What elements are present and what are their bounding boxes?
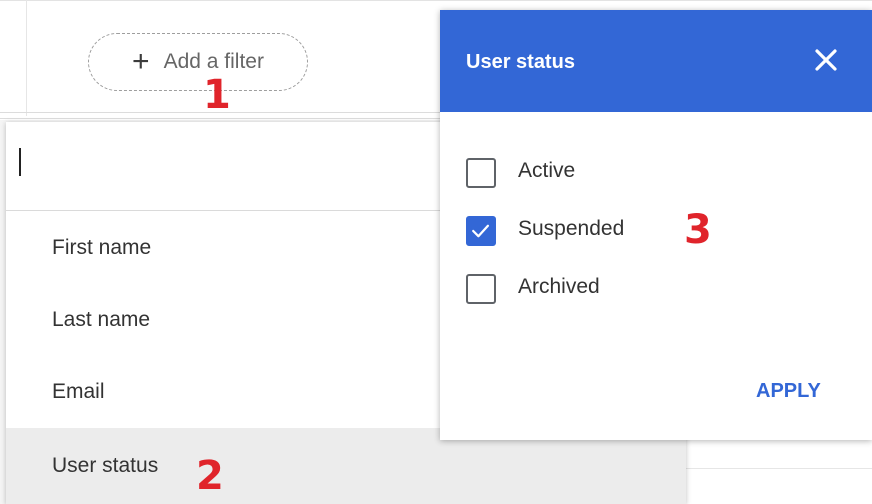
option-label: Email bbox=[52, 380, 105, 403]
panel-title: User status bbox=[466, 51, 575, 73]
checkbox-label: Archived bbox=[518, 275, 600, 298]
add-filter-button[interactable]: + Add a filter bbox=[88, 33, 308, 91]
text-cursor bbox=[19, 148, 21, 176]
option-label: User status bbox=[52, 454, 159, 477]
background-table-area bbox=[686, 440, 872, 504]
step-annotation-3: 3 bbox=[684, 207, 712, 253]
checkmark-icon bbox=[472, 224, 490, 238]
divider-table bbox=[686, 468, 872, 469]
user-status-panel: User status Active Suspended Archived AP… bbox=[440, 10, 872, 440]
divider-vertical bbox=[26, 0, 27, 116]
step-annotation-1: 1 bbox=[203, 72, 231, 118]
apply-button[interactable]: APPLY bbox=[756, 380, 821, 403]
checkbox-box[interactable] bbox=[466, 158, 496, 188]
checkbox-suspended[interactable]: Suspended bbox=[466, 214, 625, 246]
checkbox-box-checked[interactable] bbox=[466, 216, 496, 246]
checkbox-active[interactable]: Active bbox=[466, 156, 576, 188]
panel-header: User status bbox=[440, 10, 872, 112]
divider-horizontal-2 bbox=[0, 118, 440, 119]
step-annotation-2: 2 bbox=[196, 453, 224, 499]
option-label: Last name bbox=[52, 308, 151, 331]
close-icon[interactable] bbox=[810, 44, 842, 76]
checkbox-archived[interactable]: Archived bbox=[466, 272, 600, 304]
divider-top bbox=[0, 0, 872, 1]
add-filter-label: Add a filter bbox=[163, 50, 264, 73]
checkbox-label: Active bbox=[518, 159, 576, 182]
plus-icon: + bbox=[132, 45, 150, 78]
checkbox-box[interactable] bbox=[466, 274, 496, 304]
checkbox-label: Suspended bbox=[518, 217, 625, 240]
option-label: First name bbox=[52, 236, 152, 259]
